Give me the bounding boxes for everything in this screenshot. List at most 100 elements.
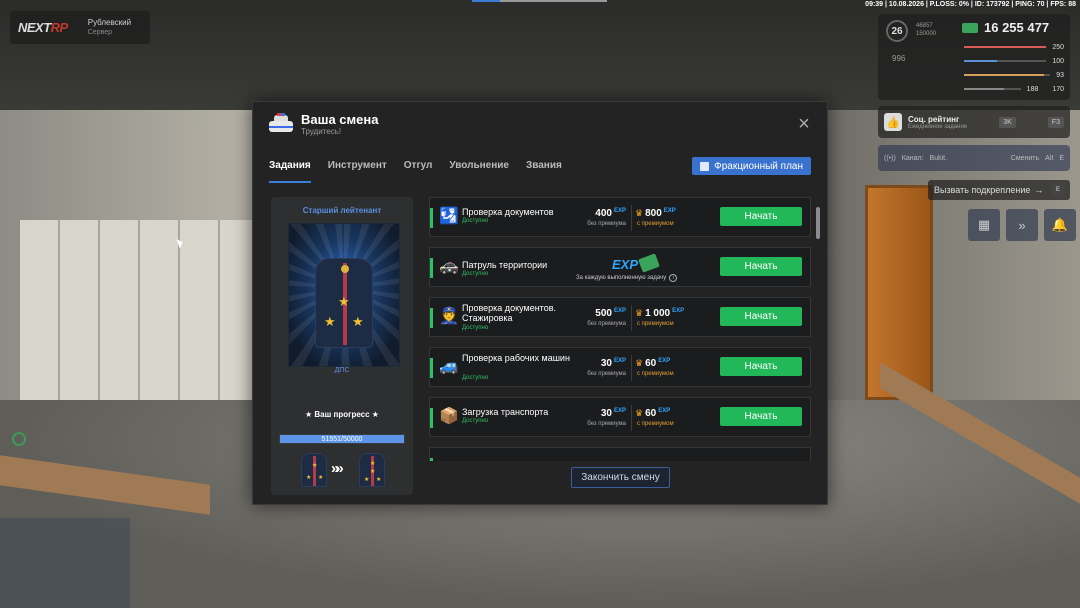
channel-key-a: Alt <box>1045 154 1054 162</box>
no-premium-label: без премиума <box>587 321 626 327</box>
channel-key-b: E <box>1059 154 1064 162</box>
channel-value: Bukit. <box>929 154 948 162</box>
premium-label: с премиумом <box>637 371 674 377</box>
social-rating-panel[interactable]: 👍 Соц. рейтинг Ежедневное задание 3K F3 <box>878 106 1070 138</box>
crown-icon: ♛ <box>635 358 644 368</box>
social-sub: Ежедневное задание <box>908 123 968 130</box>
reward-note: За каждую выполненную задачу i <box>576 274 678 282</box>
task-row <box>429 447 811 461</box>
no-premium-label: без премиума <box>587 421 626 427</box>
server-info: Рублевский Сервер <box>88 18 131 38</box>
truck-load-icon: 📦 <box>439 408 459 425</box>
task-row: 👮 Проверка документов. Стажировка Доступ… <box>429 297 811 337</box>
exp-no-premium: 30 EXP <box>600 408 626 419</box>
rank-caption: ДПС <box>334 367 350 374</box>
rank-card: Старший лейтенант ★ ★ ★ ДПС ★ Ваш прогре… <box>271 197 413 495</box>
rank-progress-bar: 51551/50000 <box>279 434 405 444</box>
task-name: Проверка документов <box>462 207 554 217</box>
crown-icon: ♛ <box>635 208 644 218</box>
progress-label: ★ Ваш прогресс ★ <box>305 410 379 419</box>
task-name: Загрузка транспорта <box>462 407 549 417</box>
start-button[interactable]: Начать <box>720 257 802 276</box>
start-button[interactable]: Начать <box>720 407 802 426</box>
social-key: F3 <box>1047 116 1064 128</box>
shoulder-strap-icon: ★ ★ ★ <box>315 258 373 348</box>
finish-shift-button[interactable]: Закончить смену <box>571 467 670 488</box>
server-logo: NEXTRP Рублевский Сервер <box>10 11 150 44</box>
tab-tasks[interactable]: Задания <box>269 160 311 183</box>
exp-premium: ♛ 60 EXP <box>635 408 671 419</box>
tab-tools[interactable]: Инструмент <box>328 160 387 183</box>
faction-plan-button[interactable]: Фракционный план <box>692 157 811 175</box>
backup-key: E <box>1052 184 1064 196</box>
task-status: Доступно <box>462 218 489 224</box>
game-logo: NEXTRP <box>18 20 68 35</box>
server-sub: Сервер <box>87 28 113 36</box>
task-row: 📦 Загрузка транспорта Доступно 30 EXP без… <box>429 397 811 437</box>
start-button[interactable]: Начать <box>720 207 802 226</box>
top-progress-bar <box>472 0 607 2</box>
task-row: 🚙 Проверка рабочих машин Доступно 30 EXP … <box>429 347 811 387</box>
current-rank-icon: ★ ★ ★ <box>301 453 327 487</box>
task-list: 🛂 Проверка документов Доступно 400 EXP бе… <box>429 197 812 461</box>
premium-label: с премиумом <box>637 321 674 327</box>
channel-switch: Сменить <box>1010 154 1040 162</box>
info-icon: i <box>669 274 678 282</box>
modal-tabs: Задания Инструмент Отгул Увольнение Зван… <box>269 160 562 183</box>
tab-ranks[interactable]: Звания <box>526 160 562 183</box>
channel-label: Канал: <box>901 154 924 162</box>
crown-icon: ♛ <box>635 408 644 418</box>
premium-label: с премиумом <box>637 421 674 427</box>
social-value: 3K <box>999 116 1016 128</box>
tab-dayoff[interactable]: Отгул <box>404 160 433 183</box>
server-name: Рублевский <box>87 17 132 27</box>
crown-icon: ♛ <box>635 308 644 318</box>
start-button[interactable]: Начать <box>720 307 802 326</box>
modal-subtitle: Трудитесь! <box>301 127 342 136</box>
scene-lockers <box>20 220 260 400</box>
task-status: Доступно <box>462 418 489 424</box>
bell-icon[interactable]: 🔔 <box>1044 209 1076 241</box>
radio-icon: ((•)) <box>884 154 896 162</box>
task-status: Доступно <box>462 375 489 381</box>
calendar-icon[interactable]: ▦ <box>968 209 1000 241</box>
wanted-level: 996 <box>892 54 906 63</box>
player-stats-panel: 26 46857 150000 16 255 477 996 250 100 9… <box>878 14 1070 100</box>
exp-premium: ♛ 800 EXP <box>635 208 676 219</box>
close-icon[interactable]: × <box>796 114 812 134</box>
task-name: Проверка документов. Стажировка <box>462 303 556 323</box>
next-rank-icon: ★ ★ ★ ★ <box>359 453 385 487</box>
start-button[interactable]: Начать <box>720 357 802 376</box>
arrow-right-icon: → <box>1034 185 1044 195</box>
exp-no-premium: 30 EXP <box>600 358 626 369</box>
social-title: Соц. рейтинг <box>908 114 960 124</box>
no-premium-label: без премиума <box>587 221 626 227</box>
tab-dismissal[interactable]: Увольнение <box>449 160 509 183</box>
no-premium-label: без премиума <box>587 371 626 377</box>
vital-bar-health: 250 <box>964 40 1064 54</box>
backup-label: Вызвать подкрепление <box>934 185 1031 195</box>
task-row: 🚓 Патруль территории Доступно EXP За каж… <box>429 247 811 287</box>
premium-label: с премиумом <box>637 221 674 227</box>
task-row: 🛂 Проверка документов Доступно 400 EXP бе… <box>429 197 811 237</box>
money-display: 16 255 477 <box>962 20 1049 35</box>
vital-bar-voice: 100 <box>964 54 1064 68</box>
double-chevron-icon: »» <box>331 460 344 477</box>
progress-text: 51551/50000 <box>321 436 363 443</box>
patrol-car-icon: 🚓 <box>439 258 459 275</box>
cash-icon <box>962 22 978 33</box>
radio-channel-panel[interactable]: ((•)) Канал: Bukit. Сменить Alt E <box>878 145 1070 171</box>
rank-title: Старший лейтенант <box>302 206 382 215</box>
hud-quick-icons: ▦ » 🔔 <box>968 209 1076 241</box>
task-list-scrollbar[interactable] <box>816 207 820 239</box>
vitals-bars: 250 100 93 188 170 <box>964 40 1064 96</box>
clipboard-icon <box>700 161 710 171</box>
skip-icon[interactable]: » <box>1006 209 1038 241</box>
scene-door <box>865 185 933 400</box>
call-backup-button[interactable]: Вызвать подкрепление → E <box>928 180 1070 200</box>
level-badge: 26 <box>886 20 908 42</box>
task-name: Проверка рабочих машин <box>462 353 570 363</box>
exp-premium: ♛ 60 EXP <box>635 358 671 369</box>
minimap <box>0 518 130 608</box>
exp-premium: ♛ 1 000 EXP <box>635 308 685 319</box>
